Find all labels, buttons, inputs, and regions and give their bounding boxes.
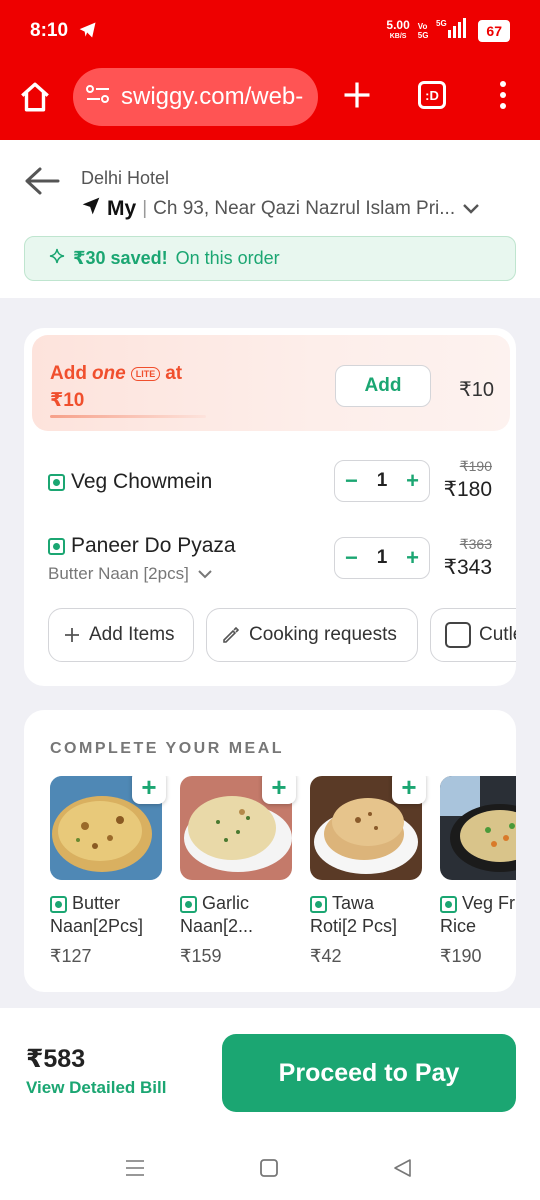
address-separator: |	[142, 198, 148, 219]
discounted-price: ₹343	[443, 556, 492, 579]
item-quantity: 1	[376, 470, 388, 491]
veg-fried-rice-image	[440, 776, 516, 880]
veg-icon	[440, 895, 457, 913]
item-price: ₹159	[180, 946, 222, 966]
delivery-address[interactable]: My | Ch 93, Near Qazi Nazrul Islam Pri..…	[81, 196, 455, 222]
increase-button[interactable]: +	[406, 545, 419, 571]
chevron-down-icon[interactable]	[462, 202, 480, 220]
one-lite-upsell: Add one LITE at ₹10 Add ₹10	[32, 335, 510, 431]
recommendation-item[interactable]: + Tawa Roti[2 Pcs] ₹42	[310, 776, 426, 967]
savings-amount: ₹30 saved!	[73, 248, 168, 268]
complete-your-meal-section: COMPLETE YOUR MEAL + Butter Naan[2Pcs] ₹…	[24, 710, 516, 992]
recent-apps-icon[interactable]	[124, 1158, 146, 1183]
proceed-to-pay-button[interactable]: Proceed to Pay	[222, 1034, 516, 1112]
original-price: ₹363	[459, 536, 492, 552]
view-bill-link[interactable]: View Detailed Bill	[26, 1078, 166, 1098]
cooking-requests-button[interactable]: Cooking requests	[206, 608, 418, 662]
add-item-button[interactable]: +	[132, 776, 166, 804]
navigation-icon	[81, 196, 101, 222]
item-price: ₹42	[310, 946, 342, 966]
address-label: My	[107, 197, 137, 220]
recommendation-item[interactable]: + Garlic Naan[2... ₹159	[180, 776, 296, 967]
svg-text:5G: 5G	[436, 19, 447, 28]
add-one-lite-button[interactable]: Add	[335, 365, 431, 407]
decrease-button[interactable]: −	[345, 468, 358, 494]
volte-icon: Vo 5G	[417, 21, 429, 40]
veg-icon	[50, 895, 67, 913]
quantity-stepper[interactable]: − 1 +	[334, 460, 430, 502]
pencil-icon	[223, 626, 240, 643]
back-arrow-icon[interactable]	[24, 166, 60, 201]
decrease-button[interactable]: −	[345, 545, 358, 571]
veg-icon	[310, 895, 327, 913]
restaurant-name: Delhi Hotel	[81, 168, 170, 188]
new-tab-icon[interactable]	[342, 80, 372, 115]
url-bar-row: swiggy.com/web- :D	[0, 66, 540, 128]
item-quantity: 1	[376, 547, 388, 568]
url-field[interactable]: swiggy.com/web-	[73, 68, 318, 126]
original-price: ₹190	[459, 458, 492, 474]
increase-button[interactable]: +	[406, 468, 419, 494]
url-text: swiggy.com/web-	[121, 83, 304, 110]
checkbox-icon[interactable]	[445, 622, 471, 648]
checkout-bar: ₹583 View Detailed Bill Proceed to Pay	[0, 1008, 540, 1200]
back-nav-icon[interactable]	[392, 1158, 412, 1183]
system-nav-bar	[0, 1148, 540, 1188]
add-item-button[interactable]: +	[392, 776, 426, 804]
address-text: Ch 93, Near Qazi Nazrul Islam Pri...	[153, 198, 456, 219]
add-item-button[interactable]: +	[262, 776, 296, 804]
battery-icon: 67	[478, 19, 510, 42]
veg-icon	[180, 895, 197, 913]
section-title: COMPLETE YOUR MEAL	[50, 740, 285, 757]
item-price: ₹363 ₹343	[444, 536, 492, 580]
one-lite-title: Add one LITE at	[50, 363, 183, 384]
quantity-stepper[interactable]: − 1 +	[334, 537, 430, 579]
item-name: Paneer Do Pyaza	[71, 534, 236, 557]
item-name: Veg Fried Rice	[440, 893, 516, 936]
recommendation-item[interactable]: + Butter Naan[2Pcs] ₹127	[50, 776, 166, 967]
browser-topbar: 8:10 5.00 KB/S Vo 5G 5G 67 swiggy.com/web-…	[0, 0, 540, 140]
cart-actions: Add Items Cooking requests Cutlery	[48, 608, 516, 662]
item-price: ₹190 ₹180	[444, 458, 492, 502]
cart-header: Delhi Hotel My | Ch 93, Near Qazi Nazrul…	[0, 140, 540, 298]
one-lite-price-text: ₹10	[50, 390, 85, 411]
site-settings-icon[interactable]	[85, 83, 111, 112]
one-logo: one	[91, 363, 126, 384]
item-name: Tawa Roti[2 Pcs]	[310, 893, 398, 936]
more-menu-icon[interactable]	[498, 80, 508, 115]
item-price: ₹127	[50, 946, 92, 966]
telegram-icon	[78, 20, 98, 45]
network-speed: 5.00 KB/S	[386, 17, 410, 40]
recommendation-item[interactable]: Veg Fried Rice ₹190	[440, 776, 516, 967]
lite-badge: LITE	[130, 367, 161, 381]
status-bar: 8:10 5.00 KB/S Vo 5G 5G 67	[0, 14, 540, 50]
add-items-button[interactable]: Add Items	[48, 608, 194, 662]
home-icon[interactable]	[18, 80, 52, 119]
savings-text: On this order	[175, 248, 280, 268]
veg-icon	[48, 473, 65, 491]
sparkle-icon	[49, 248, 65, 269]
status-icons: 5.00 KB/S Vo 5G 5G 67	[386, 18, 510, 43]
item-name: Veg Chowmein	[71, 470, 213, 493]
home-nav-icon[interactable]	[259, 1158, 279, 1183]
item-price: ₹190	[440, 946, 482, 966]
signal-icon: 5G	[436, 18, 470, 43]
veg-icon	[48, 537, 65, 555]
savings-banner: ₹30 saved! On this order	[24, 236, 516, 281]
tab-switcher-button[interactable]: :D	[418, 81, 446, 109]
chevron-down-icon	[197, 570, 212, 579]
cutlery-toggle[interactable]: Cutlery	[430, 608, 516, 662]
one-lite-underline	[50, 415, 206, 418]
discounted-price: ₹180	[443, 478, 492, 501]
cart-item: Veg Chowmein − 1 + ₹190 ₹180	[48, 458, 492, 502]
order-total: ₹583	[26, 1045, 86, 1073]
item-name: Garlic Naan[2...	[180, 893, 254, 936]
recommendation-carousel[interactable]: + Butter Naan[2Pcs] ₹127 + Garlic Naan[2…	[50, 776, 516, 976]
cart-item: Paneer Do Pyaza Butter Naan [2pcs] − 1 +…	[48, 534, 492, 584]
status-time: 8:10	[30, 20, 69, 41]
cart-card: Add one LITE at ₹10 Add ₹10 Veg Chowmein…	[24, 328, 516, 686]
item-name: Butter Naan[2Pcs]	[50, 893, 144, 936]
plus-icon	[65, 628, 79, 642]
one-lite-price: ₹10	[459, 379, 494, 401]
